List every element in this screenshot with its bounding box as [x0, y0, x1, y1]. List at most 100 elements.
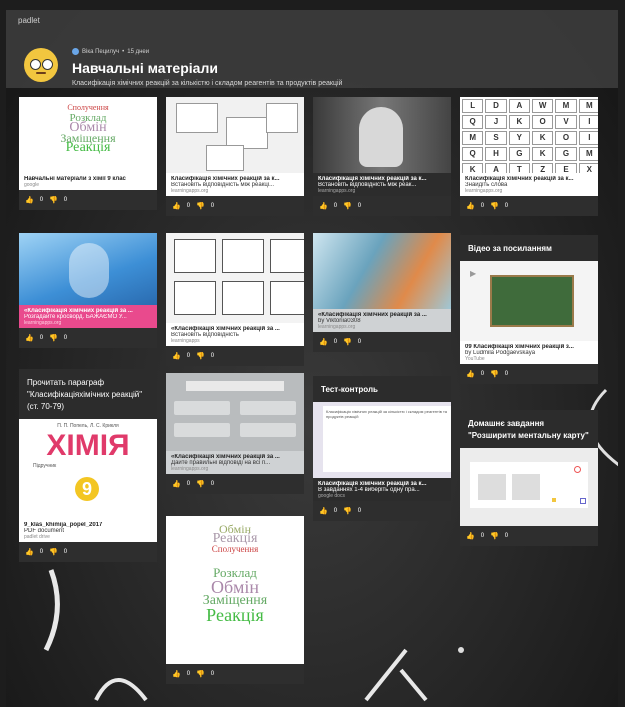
thumbs-down-icon[interactable]: 👎 [343, 338, 352, 346]
thumbs-down-icon[interactable]: 👎 [49, 196, 58, 204]
user-dot-icon [72, 48, 79, 55]
thumbs-up-icon[interactable]: 👍 [172, 480, 181, 488]
letter-cell: I [578, 115, 598, 129]
letter-cell: M [578, 99, 598, 113]
letter-cell: E [555, 163, 577, 173]
board-header: padlet Віка Пецилуч • 15 днеи Навчальні … [6, 10, 618, 88]
thumbs-down-icon[interactable]: 👎 [343, 202, 352, 210]
thumbs-up-icon[interactable]: 👍 [466, 370, 475, 378]
reactions: 👍 0 👎 0 [460, 364, 598, 384]
post-caption: Класифікація хімічних реакцій за к... Зн… [460, 173, 598, 196]
letter-cell: X [578, 163, 598, 173]
thumbs-up-icon[interactable]: 👍 [172, 202, 181, 210]
thumbs-up-icon[interactable]: 👍 [319, 507, 328, 515]
image-gallery-thumb [166, 97, 304, 173]
reactions: 👍 0 👎 0 [460, 196, 598, 216]
letter-cell: G [508, 147, 530, 161]
post-card[interactable]: Відео за посиланням ▶ 09 Класифікація хі… [460, 235, 598, 384]
post-caption: «Класифікація хімічних реакцій за ... Вс… [166, 323, 304, 346]
post-heading: Прочитать параграф "Класифікаціяхімічних… [19, 369, 157, 419]
reactions: 👍 0 👎 0 [19, 328, 157, 348]
post-card[interactable]: «Класифікація хімічних реакцій за ... Вс… [166, 233, 304, 366]
letter-cell: K [532, 147, 554, 161]
reactions: 👍 0 👎 0 [166, 474, 304, 494]
video-thumb: ▶ [460, 261, 598, 341]
reactions: 👍 0 👎 0 [313, 196, 451, 216]
thumbs-down-icon[interactable]: 👎 [49, 334, 58, 342]
thumbs-up-icon[interactable]: 👍 [466, 202, 475, 210]
post-card[interactable]: LDAWMMQJKOVIMSYKOIQHGKGMKATZEX Класифіка… [460, 97, 598, 216]
post-time: 15 днеи [127, 48, 150, 55]
thumbs-down-icon[interactable]: 👎 [490, 202, 499, 210]
letter-cell: T [508, 163, 530, 173]
play-icon[interactable]: ▶ [470, 269, 476, 278]
thumbs-up-icon[interactable]: 👍 [466, 532, 475, 540]
post-card[interactable]: Тест-контроль Класифікація хімічних реак… [313, 376, 451, 521]
post-card[interactable]: Класифікація хімічних реакцій за к... Вс… [166, 97, 304, 216]
post-caption: «Класифікація хімічних реакцій за ... Ро… [19, 305, 157, 328]
thumbs-down-icon[interactable]: 👎 [196, 202, 205, 210]
post-caption: 9_klas_khimija_popel_2017 PDF document p… [19, 519, 157, 542]
post-card[interactable]: «Класифікація хімічних реакцій за ... Ро… [19, 233, 157, 348]
page-subtitle: Класифікація хімічних реакцій за кількіс… [72, 80, 343, 87]
post-card[interactable]: Прочитать параграф "Класифікаціяхімічних… [19, 369, 157, 562]
thumbs-up-icon[interactable]: 👍 [319, 338, 328, 346]
reactions: 👍 0 👎 0 [19, 190, 157, 210]
thumbs-down-icon[interactable]: 👎 [196, 352, 205, 360]
post-card[interactable]: Обмін Реакція Сполучення Розклад Обмін З… [166, 516, 304, 684]
letter-cell: I [578, 131, 598, 145]
post-card[interactable]: «Класифікація хімічних реакцій за ... by… [313, 233, 451, 352]
reactions: 👍 0 👎 0 [313, 501, 451, 521]
post-card[interactable]: «Класифікація хімічних реакцій за ... Да… [166, 373, 304, 494]
post-caption: Класифікація хімічних реакцій за к... Вс… [313, 173, 451, 196]
letter-cell: W [532, 99, 554, 113]
wordcloud-image: Сполучення Розклад Обмін Заміщення Реакц… [19, 97, 157, 173]
post-card[interactable]: Класифікація хімічних реакцій за к... Вс… [313, 97, 451, 216]
thumbs-up-icon[interactable]: 👍 [172, 670, 181, 678]
portrait-image [313, 97, 451, 173]
board-avatar-icon [24, 48, 58, 82]
letter-cell: Q [462, 115, 484, 129]
thumbs-down-icon[interactable]: 👎 [196, 480, 205, 488]
thumbs-up-icon[interactable]: 👍 [25, 334, 34, 342]
word-search-thumb: LDAWMMQJKOVIMSYKOIQHGKGMKATZEX [460, 97, 598, 173]
post-card[interactable]: Домашнє завдання "Розширити ментальну ка… [460, 410, 598, 546]
thumbs-up-icon[interactable]: 👍 [25, 196, 34, 204]
thumbs-up-icon[interactable]: 👍 [319, 202, 328, 210]
thumbs-up-icon[interactable]: 👍 [172, 352, 181, 360]
letter-cell: G [555, 147, 577, 161]
thumbs-down-icon[interactable]: 👎 [343, 507, 352, 515]
lab-image [313, 233, 451, 309]
reactions: 👍 0 👎 0 [313, 332, 451, 352]
post-caption: Класифікація хімічних реакцій за к... В … [313, 478, 451, 501]
letter-cell: M [555, 99, 577, 113]
letter-cell: H [485, 147, 507, 161]
wordcloud-flask-image: Обмін Реакція Сполучення Розклад Обмін З… [166, 516, 304, 664]
thumbs-down-icon[interactable]: 👎 [490, 370, 499, 378]
author-name[interactable]: Віка Пецилуч [82, 49, 119, 55]
post-heading: Тест-контроль [313, 376, 451, 402]
letter-cell: A [485, 163, 507, 173]
letter-cell: K [462, 163, 484, 173]
letter-cell: M [578, 147, 598, 161]
reactions: 👍 0 👎 0 [166, 346, 304, 366]
post-caption: Класифікація хімічних реакцій за к... Вс… [166, 173, 304, 196]
post-caption: 09 Класифікація хімічних реакцій з... by… [460, 341, 598, 364]
post-card[interactable]: Сполучення Розклад Обмін Заміщення Реакц… [19, 97, 157, 210]
post-heading: Домашнє завдання "Розширити ментальну ка… [460, 410, 598, 448]
letter-cell: O [532, 115, 554, 129]
reactions: 👍 0 👎 0 [19, 542, 157, 562]
letter-cell: A [508, 99, 530, 113]
thumbs-down-icon[interactable]: 👎 [196, 670, 205, 678]
letter-cell: V [555, 115, 577, 129]
letter-cell: K [508, 115, 530, 129]
letter-cell: L [462, 99, 484, 113]
thumbs-down-icon[interactable]: 👎 [49, 548, 58, 556]
thumbs-up-icon[interactable]: 👍 [25, 548, 34, 556]
post-caption: «Класифікація хімічних реакцій за ... by… [313, 309, 451, 332]
padlet-logo[interactable]: padlet [18, 16, 40, 25]
flask-image [19, 233, 157, 305]
thumbs-down-icon[interactable]: 👎 [490, 532, 499, 540]
board-meta: Віка Пецилуч • 15 днеи [72, 48, 149, 55]
letter-cell: Q [462, 147, 484, 161]
